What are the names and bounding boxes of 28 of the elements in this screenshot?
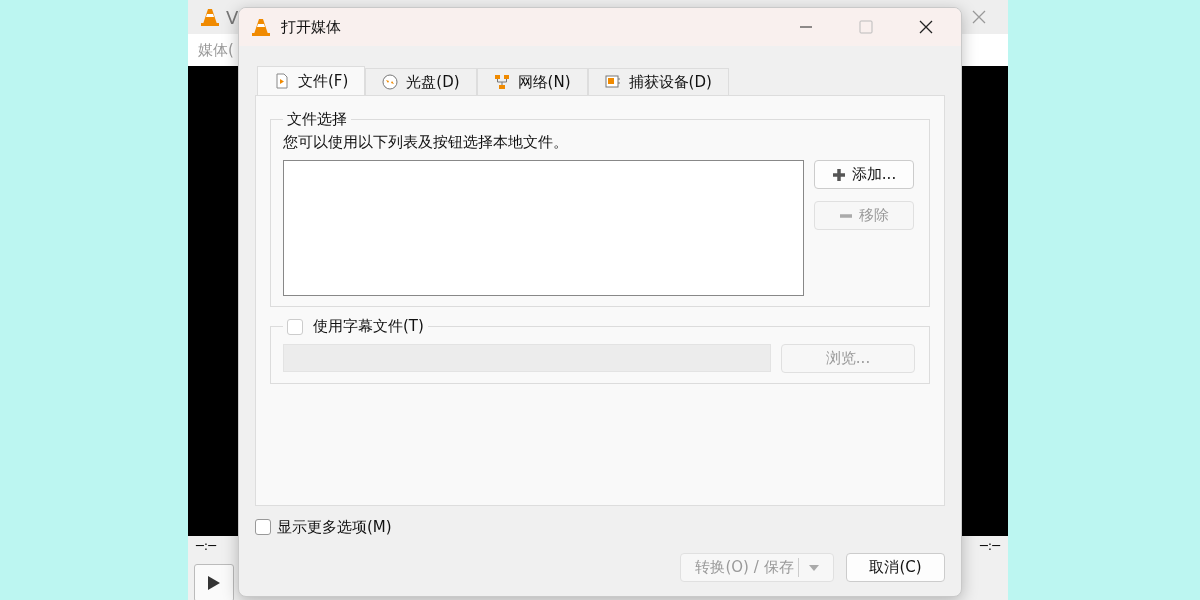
time-label: ─:─ [196, 538, 217, 553]
play-icon [207, 575, 221, 591]
plus-icon [831, 167, 846, 182]
network-icon [493, 74, 510, 90]
traffic-cone-icon [200, 7, 220, 27]
action-button[interactable]: 添加... [814, 160, 914, 189]
tab[interactable]: 网络(N) [476, 68, 588, 95]
window-title: 打开媒体 [281, 17, 341, 37]
checkbox-label[interactable]: 使用字幕文件(T) [313, 317, 424, 336]
disc-icon [382, 74, 399, 90]
document-icon [274, 73, 290, 89]
dropdown-caret-icon [808, 564, 819, 571]
maximize-icon[interactable] [859, 20, 873, 34]
cancel-button[interactable]: 取消(C) [846, 553, 945, 582]
tab[interactable]: 捕获设备(D) [587, 68, 729, 95]
traffic-cone-icon [251, 17, 271, 37]
hint-text: 您可以使用以下列表及按钮选择本地文件。 [283, 133, 569, 152]
play-button[interactable] [194, 564, 234, 600]
group-title: 文件选择 [286, 110, 348, 129]
tab[interactable]: 文件(F) [257, 66, 366, 95]
checkbox[interactable] [255, 519, 271, 535]
tab[interactable]: 光盘(D) [365, 68, 477, 95]
window-title: V [226, 6, 239, 28]
time-label: ─:─ [979, 538, 1000, 553]
checkbox-label[interactable]: 显示更多选项(M) [277, 517, 392, 537]
capture-card-icon [604, 74, 621, 90]
checkbox[interactable] [287, 318, 303, 335]
close-icon[interactable] [919, 20, 933, 34]
